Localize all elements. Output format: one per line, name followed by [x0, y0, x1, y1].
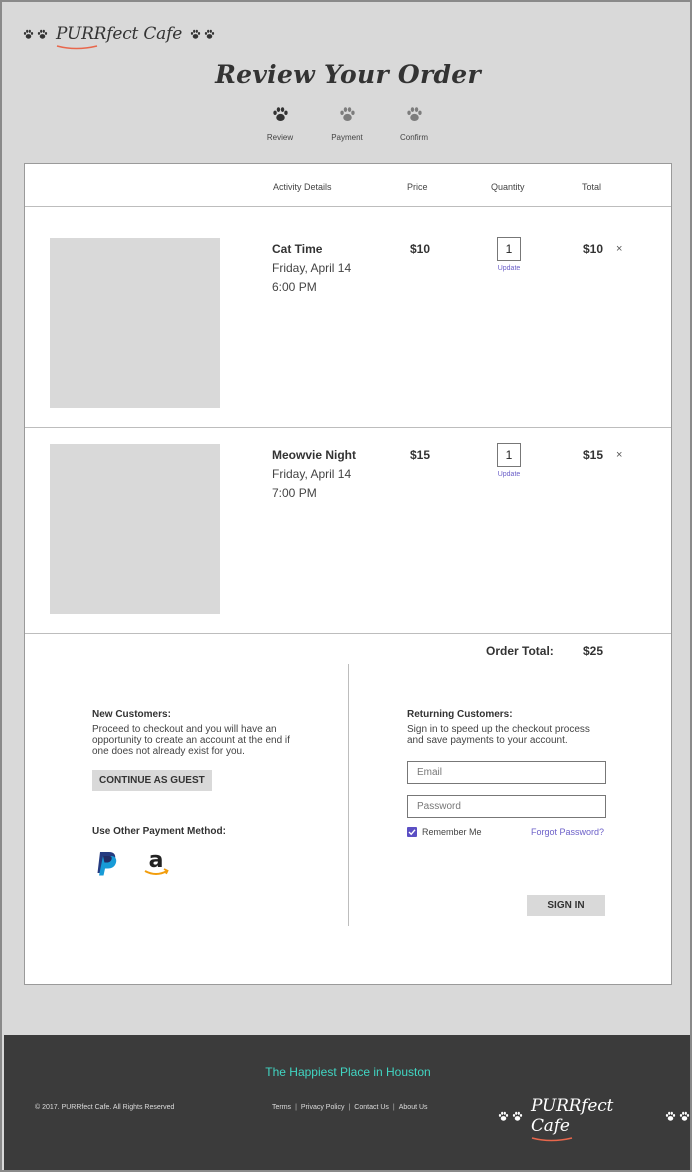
footer-link-about[interactable]: About Us — [399, 1104, 428, 1111]
quantity-control: 1 Update — [495, 237, 523, 272]
order-total-value: $25 — [583, 644, 604, 658]
forgot-password-link[interactable]: Forgot Password? — [531, 827, 604, 837]
quantity-input[interactable]: 1 — [497, 443, 521, 467]
footer-logo[interactable]: PURRfect Cafe — [498, 1096, 690, 1142]
email-field[interactable] — [407, 761, 606, 784]
amazon-icon[interactable]: a — [142, 848, 170, 878]
paw-icon — [384, 106, 444, 123]
step-label: Review — [266, 133, 294, 142]
remove-icon[interactable]: × — [616, 449, 622, 461]
paw-icon — [204, 29, 215, 40]
item-total: $10 — [583, 242, 604, 256]
paw-icon — [679, 1111, 690, 1122]
footer-link-terms[interactable]: Terms — [272, 1104, 291, 1111]
header-logo[interactable]: PURRfect Cafe — [23, 24, 215, 50]
paw-pair-right — [190, 29, 215, 40]
order-card: Activity Details Price Quantity Total Ca… — [24, 163, 672, 985]
paw-icon — [190, 29, 201, 40]
brand-name: PURRfect Cafe — [56, 24, 182, 50]
remember-label: Remember Me — [422, 827, 482, 837]
remember-checkbox[interactable] — [407, 827, 417, 837]
table-header: Activity Details Price Quantity Total — [25, 164, 671, 207]
item-time: 7:00 PM — [272, 486, 317, 500]
step-payment[interactable]: Payment — [317, 106, 377, 142]
header-quantity: Quantity — [491, 182, 525, 192]
brand-swoosh — [56, 45, 98, 50]
step-label: Confirm — [399, 133, 428, 142]
paw-icon — [250, 106, 310, 123]
quantity-input[interactable]: 1 — [497, 237, 521, 261]
page-title: Review Your Order — [215, 60, 481, 89]
paypal-icon[interactable] — [92, 849, 120, 877]
footer-link-privacy[interactable]: Privacy Policy — [301, 1104, 345, 1111]
remove-icon[interactable]: × — [616, 243, 622, 255]
returning-customers-heading: Returning Customers: — [407, 709, 513, 720]
quantity-control: 1 Update — [495, 443, 523, 478]
copyright-text: © 2017. PURRfect Cafe. All Rights Reserv… — [35, 1104, 175, 1111]
paw-icon — [665, 1111, 676, 1122]
header-activity: Activity Details — [273, 182, 332, 192]
footer-tagline: The Happiest Place in Houston — [265, 1065, 431, 1079]
checkout-steps: Review Payment Confirm — [2, 106, 690, 146]
check-icon — [408, 829, 416, 836]
item-date: Friday, April 14 — [272, 467, 352, 481]
step-confirm[interactable]: Confirm — [384, 106, 444, 142]
table-row: Meowvie Night Friday, April 14 7:00 PM $… — [25, 428, 671, 634]
item-name: Meowvie Night — [272, 448, 357, 462]
separator: | — [295, 1104, 297, 1111]
password-field[interactable] — [407, 795, 606, 818]
footer-links: Terms | Privacy Policy | Contact Us | Ab… — [272, 1104, 428, 1111]
svg-text:a: a — [149, 848, 164, 873]
header-price: Price — [407, 182, 428, 192]
order-total-label: Order Total: — [486, 644, 554, 658]
page-frame: PURRfect Cafe Review Your Order Review P… — [0, 0, 692, 1172]
separator: | — [348, 1104, 351, 1111]
footer-link-contact[interactable]: Contact Us — [354, 1104, 389, 1111]
paw-icon — [498, 1111, 509, 1122]
paw-pair-right — [665, 1111, 690, 1122]
paw-icon — [317, 106, 377, 123]
paw-pair-left — [23, 29, 48, 40]
item-name: Cat Time — [272, 242, 323, 256]
paw-icon — [23, 29, 34, 40]
payment-methods: a — [92, 848, 307, 878]
item-image — [50, 238, 220, 408]
remember-row: Remember Me Forgot Password? — [407, 827, 607, 839]
item-price: $15 — [410, 448, 431, 462]
other-payment-heading: Use Other Payment Method: — [92, 826, 226, 837]
item-details: Meowvie Night Friday, April 14 7:00 PM — [272, 448, 356, 500]
paw-icon — [37, 29, 48, 40]
step-label: Payment — [331, 133, 363, 142]
new-customers-section: New Customers: Proceed to checkout and y… — [92, 709, 307, 878]
header-total: Total — [582, 182, 602, 192]
paw-pair-left — [498, 1111, 523, 1122]
returning-customers-text: Sign in to speed up the checkout process… — [407, 724, 590, 746]
returning-customers-section: Returning Customers: Sign in to speed up… — [407, 709, 607, 916]
item-details: Cat Time Friday, April 14 6:00 PM — [272, 242, 351, 294]
sign-in-button[interactable]: SIGN IN — [527, 895, 605, 916]
table-row: Cat Time Friday, April 14 6:00 PM $10 1 … — [25, 208, 671, 428]
brand-swoosh — [531, 1137, 573, 1142]
separator: | — [392, 1104, 395, 1111]
update-link[interactable]: Update — [495, 471, 523, 478]
column-divider — [348, 664, 349, 926]
item-price: $10 — [410, 242, 431, 256]
new-customers-text: Proceed to checkout and you will have an… — [92, 724, 290, 757]
item-date: Friday, April 14 — [272, 261, 352, 275]
continue-as-guest-button[interactable]: CONTINUE AS GUEST — [92, 770, 212, 791]
update-link[interactable]: Update — [495, 265, 523, 272]
new-customers-heading: New Customers: — [92, 709, 171, 720]
item-total: $15 — [583, 448, 604, 462]
step-review[interactable]: Review — [250, 106, 310, 142]
item-time: 6:00 PM — [272, 280, 317, 294]
item-image — [50, 444, 220, 614]
paw-icon — [512, 1111, 523, 1122]
brand-name: PURRfect Cafe — [531, 1096, 657, 1142]
